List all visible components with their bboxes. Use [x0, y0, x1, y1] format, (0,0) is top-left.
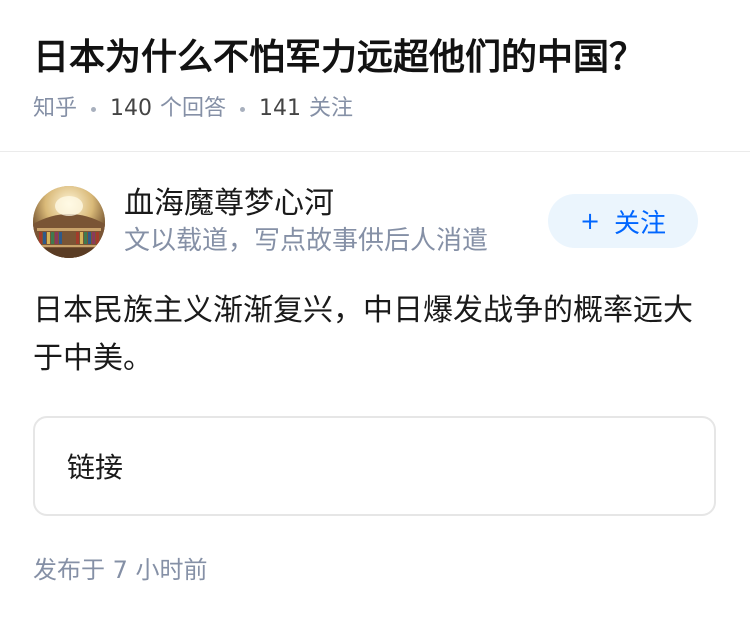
- link-card-label: 链接: [67, 451, 124, 484]
- author-bio: 文以载道，写点故事供后人消遣: [124, 226, 489, 256]
- author-avatar[interactable]: [33, 186, 105, 258]
- author-info: 血海魔尊梦心河 文以载道，写点故事供后人消遣: [124, 184, 488, 258]
- separator-dot: [240, 106, 246, 112]
- source-label[interactable]: 知乎: [33, 94, 77, 124]
- publish-time: 7 小时前: [112, 556, 208, 584]
- follow-button-label: 关注: [614, 208, 667, 239]
- publish-info: 发布于 7 小时前: [33, 553, 208, 587]
- plus-icon: +: [579, 207, 601, 235]
- follow-button[interactable]: + 关注: [548, 194, 698, 248]
- link-card[interactable]: 链接: [33, 416, 716, 516]
- question-header: 日本为什么不怕军力远超他们的中国？ 知乎 140 个回答 141 关注: [33, 30, 730, 124]
- section-divider: [0, 151, 750, 152]
- question-title[interactable]: 日本为什么不怕军力远超他们的中国？: [33, 30, 730, 86]
- separator-dot: [91, 106, 97, 112]
- answer-count-label: 个回答: [160, 96, 227, 121]
- follower-count: 141: [259, 96, 302, 121]
- library-avatar-icon: [33, 186, 105, 258]
- publish-label: 发布于: [33, 556, 105, 584]
- follower-count-label: 关注: [309, 96, 354, 121]
- author-row: 血海魔尊梦心河 文以载道，写点故事供后人消遣 + 关注: [33, 186, 698, 258]
- author-name[interactable]: 血海魔尊梦心河: [124, 184, 488, 224]
- question-meta: 知乎 140 个回答 141 关注: [33, 94, 730, 124]
- answer-text: 日本民族主义渐渐复兴，中日爆发战争的概率远大于中美。: [33, 293, 693, 376]
- answer-count: 140: [110, 96, 153, 121]
